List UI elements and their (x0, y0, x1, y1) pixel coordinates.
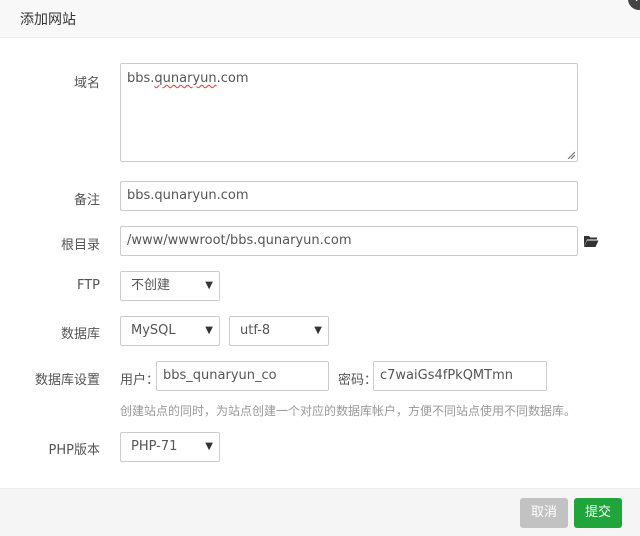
database-type-value: MySQL (131, 323, 176, 338)
db-password-label: 密码： (338, 373, 378, 388)
remark-input[interactable]: bbs.qunaryun.com (120, 181, 578, 211)
remark-label: 备注 (73, 193, 100, 208)
domain-label: 域名 (73, 76, 100, 91)
db-password-input[interactable]: c7waiGs4fPkQMTmn (373, 361, 547, 391)
db-settings-hint: 创建站点的同时，为站点创建一个对应的数据库帐户，方便不同站点使用不同数据库。 (120, 404, 577, 418)
domain-value-prefix: bbs. (127, 71, 155, 86)
caret-down-icon: ▼ (314, 325, 322, 336)
dialog-footer: 取消 提交 (0, 488, 640, 536)
ftp-label: FTP (76, 278, 100, 293)
caret-down-icon: ▼ (205, 280, 213, 291)
dialog-title: 添加网站 (20, 12, 76, 28)
database-type-select[interactable]: MySQL ▼ (120, 316, 220, 346)
php-version-value: PHP-71 (131, 439, 178, 454)
db-settings-label: 数据库设置 (34, 373, 100, 388)
dialog-header: 添加网站 (0, 0, 640, 38)
ftp-select[interactable]: 不创建 ▼ (120, 271, 220, 301)
domain-value-spellcheck: qunaryun (154, 71, 217, 86)
db-user-label: 用户： (120, 373, 160, 388)
caret-down-icon: ▼ (205, 441, 213, 452)
database-charset-select[interactable]: utf-8 ▼ (229, 316, 329, 346)
database-charset-value: utf-8 (240, 323, 271, 338)
folder-open-icon[interactable] (583, 234, 599, 248)
root-dir-input[interactable]: /www/wwwroot/bbs.qunaryun.com (120, 226, 578, 256)
caret-down-icon: ▼ (205, 325, 213, 336)
db-user-input[interactable]: bbs_qunaryun_co (156, 361, 329, 391)
database-label: 数据库 (60, 327, 100, 342)
root-dir-label: 根目录 (60, 238, 100, 253)
ftp-select-value: 不创建 (131, 278, 171, 293)
resize-grip-icon[interactable] (567, 151, 575, 159)
submit-button[interactable]: 提交 (574, 498, 622, 528)
domain-value-suffix: .com (216, 71, 249, 86)
php-version-label: PHP版本 (48, 443, 100, 458)
domain-textarea[interactable]: bbs.qunaryun.com (120, 63, 578, 162)
php-version-select[interactable]: PHP-71 ▼ (120, 432, 220, 462)
cancel-button[interactable]: 取消 (520, 498, 568, 528)
